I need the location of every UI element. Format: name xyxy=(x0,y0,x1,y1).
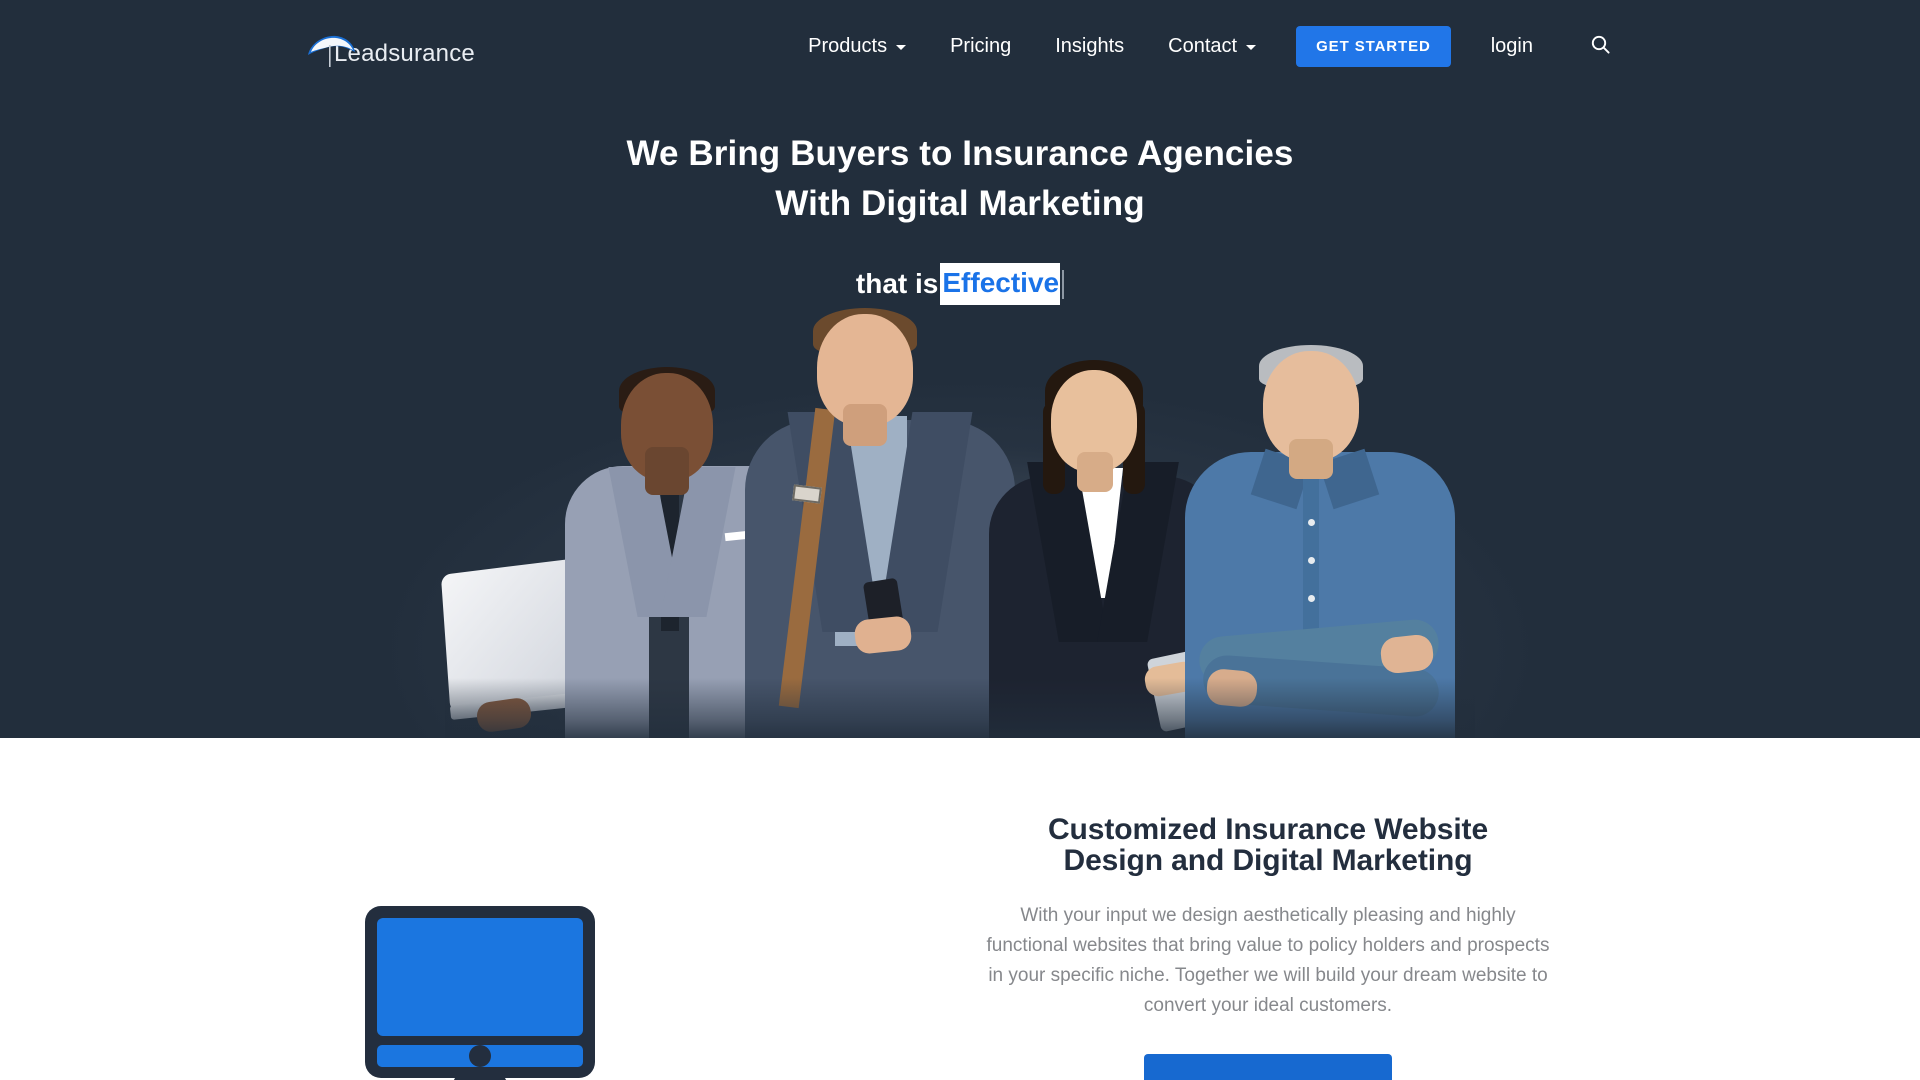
nav-item-products-label: Products xyxy=(808,34,888,57)
hero-headline-line1: We Bring Buyers to Insurance Agencies xyxy=(626,134,1294,173)
nav-item-pricing[interactable]: Pricing xyxy=(928,25,1033,68)
nav-item-contact-label: Contact xyxy=(1168,34,1238,57)
chevron-down-icon xyxy=(896,45,907,50)
section2-title-line2: Design and Digital Marketing xyxy=(1063,844,1473,877)
nav-item-products[interactable]: Products xyxy=(786,25,928,68)
search-icon xyxy=(1591,35,1610,57)
hero-section: Leadsurance Products Pricing Insights Co… xyxy=(0,0,1920,738)
nav-item-contact[interactable]: Contact xyxy=(1146,25,1278,68)
section2-text-block: Customized Insurance Website Design and … xyxy=(960,814,1920,1080)
umbrella-icon xyxy=(308,28,355,68)
hero-subline-prefix: that is xyxy=(855,268,939,299)
section2-title: Customized Insurance Website Design and … xyxy=(986,814,1550,876)
nav-item-pricing-label: Pricing xyxy=(950,34,1012,57)
nav-item-insights[interactable]: Insights xyxy=(1033,25,1146,68)
section2-cta-button[interactable] xyxy=(1144,1054,1392,1080)
hero-headline: We Bring Buyers to Insurance Agencies Wi… xyxy=(0,129,1920,229)
get-started-button[interactable]: GET STARTED xyxy=(1296,25,1451,67)
section2-body-text: With your input we design aesthetically … xyxy=(986,905,1550,1016)
person-two xyxy=(745,308,1015,738)
hero-headline-line2: With Digital Marketing xyxy=(775,184,1145,223)
section2-illustration xyxy=(0,814,960,1080)
login-link[interactable]: login xyxy=(1473,25,1551,68)
hero-subline: that is Effective xyxy=(0,263,1920,305)
brand-logo-link[interactable]: Leadsurance xyxy=(308,24,475,68)
section2-title-line1: Customized Insurance Website xyxy=(1047,813,1489,846)
chevron-down-icon xyxy=(1246,45,1257,50)
hero-copy: We Bring Buyers to Insurance Agencies Wi… xyxy=(0,129,1920,305)
search-button[interactable] xyxy=(1577,25,1624,67)
nav-item-insights-label: Insights xyxy=(1055,34,1125,57)
main-navigation: Leadsurance Products Pricing Insights Co… xyxy=(0,0,1920,92)
typing-cursor xyxy=(1062,269,1065,299)
nav-right-group: Products Pricing Insights Contact GET ST… xyxy=(786,25,1624,68)
website-design-section: Customized Insurance Website Design and … xyxy=(0,738,1920,1080)
person-four xyxy=(1185,343,1455,738)
hero-people-image xyxy=(440,308,1475,738)
hero-typed-word: Effective xyxy=(940,263,1061,305)
desktop-monitor-icon xyxy=(359,900,601,1080)
